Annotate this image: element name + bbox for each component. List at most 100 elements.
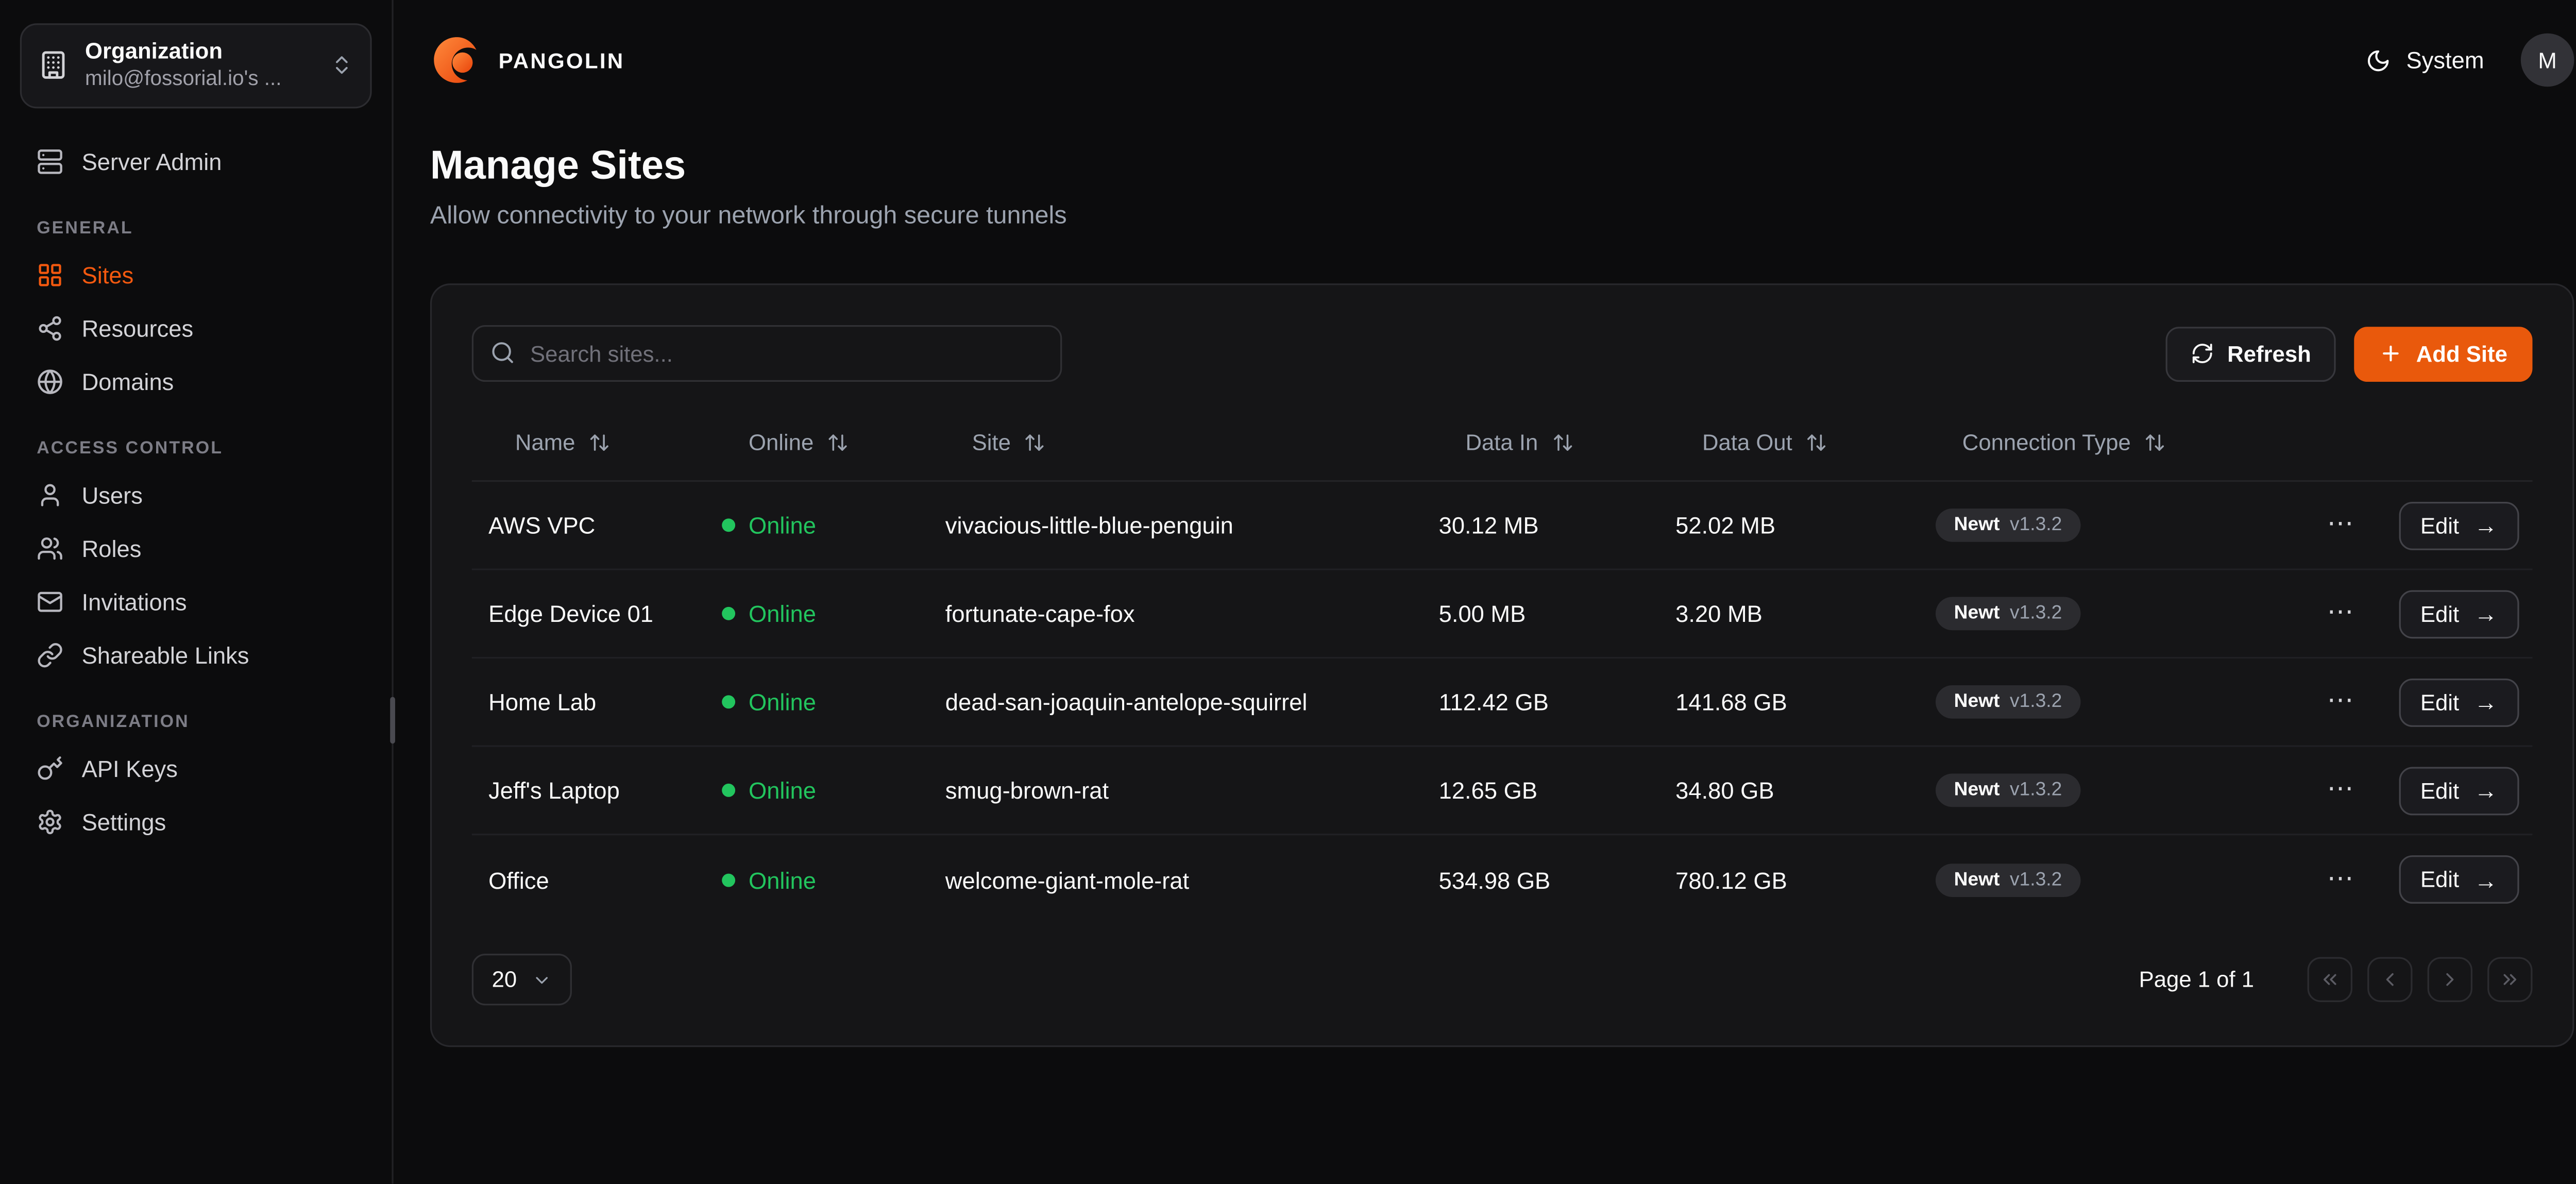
cell-site: dead-san-joaquin-antelope-squirrel	[928, 688, 1422, 715]
sidebar: Organization milo@fossorial.io's ... Ser…	[0, 0, 394, 1184]
chevrons-left-icon	[2319, 969, 2341, 990]
cell-data-out: 141.68 GB	[1659, 688, 1919, 715]
page-size-select[interactable]: 20	[472, 954, 572, 1005]
sidebar-item-label: Roles	[82, 534, 142, 561]
cell-data-in: 30.12 MB	[1422, 512, 1659, 538]
page-title: Manage Sites	[430, 143, 2574, 190]
arrow-right-icon: →	[2474, 514, 2497, 537]
sidebar-item-users[interactable]: Users	[20, 468, 372, 521]
users-icon	[37, 534, 63, 561]
column-header-site[interactable]: Site	[928, 430, 1422, 455]
cell-name: Home Lab	[472, 688, 705, 715]
edit-button[interactable]: Edit→	[2399, 501, 2519, 549]
online-dot-icon	[722, 784, 735, 797]
cell-site: vivacious-little-blue-penguin	[928, 512, 1422, 538]
edit-button[interactable]: Edit→	[2399, 855, 2519, 904]
sidebar-item-roles[interactable]: Roles	[20, 521, 372, 574]
cell-name: Jeff's Laptop	[472, 777, 705, 804]
cell-data-in: 5.00 MB	[1422, 600, 1659, 627]
chevrons-up-down-icon	[330, 54, 353, 77]
sidebar-item-label: Sites	[82, 261, 134, 287]
sidebar-item-label: Server Admin	[82, 147, 222, 174]
table-row: Office Online welcome-giant-mole-rat 534…	[472, 835, 2533, 924]
sidebar-item-invitations[interactable]: Invitations	[20, 574, 372, 628]
org-label: Organization	[85, 38, 313, 66]
sidebar-item-settings[interactable]: Settings	[20, 794, 372, 848]
sites-card: Refresh Add Site Name	[430, 283, 2574, 1047]
key-icon	[37, 754, 63, 781]
previous-page-button[interactable]	[2367, 957, 2412, 1002]
cell-data-in: 534.98 GB	[1422, 866, 1659, 893]
add-site-button[interactable]: Add Site	[2354, 326, 2532, 381]
column-header-connection-type[interactable]: Connection Type	[1919, 430, 2302, 455]
online-dot-icon	[722, 607, 735, 620]
row-menu-button[interactable]: ⋯	[2320, 685, 2362, 719]
search-input[interactable]	[472, 325, 1062, 382]
cell-data-in: 12.65 GB	[1422, 777, 1659, 804]
first-page-button[interactable]	[2308, 957, 2352, 1002]
refresh-icon	[2191, 342, 2214, 365]
column-header-data-in[interactable]: Data In	[1422, 430, 1659, 455]
sidebar-item-label: API Keys	[82, 754, 178, 781]
table-row: Jeff's Laptop Online smug-brown-rat 12.6…	[472, 747, 2533, 836]
row-menu-button[interactable]: ⋯	[2320, 774, 2362, 807]
gear-icon	[37, 808, 63, 835]
cell-name: Edge Device 01	[472, 600, 705, 627]
table-row: AWS VPC Online vivacious-little-blue-pen…	[472, 482, 2533, 570]
table-row: Home Lab Online dead-san-joaquin-antelop…	[472, 658, 2533, 747]
search-icon	[490, 340, 515, 365]
chevrons-right-icon	[2499, 969, 2521, 990]
sidebar-item-label: Shareable Links	[82, 641, 249, 668]
arrow-right-icon: →	[2474, 868, 2497, 891]
column-header-data-out[interactable]: Data Out	[1659, 430, 1919, 455]
theme-toggle[interactable]: System	[2366, 47, 2484, 74]
sidebar-item-label: Settings	[82, 808, 166, 835]
pangolin-logo-icon	[430, 33, 484, 87]
edit-button[interactable]: Edit→	[2399, 766, 2519, 815]
online-dot-icon	[722, 518, 735, 532]
connection-type-badge: Newtv1.3.2	[1936, 863, 2080, 897]
chevron-down-icon	[532, 970, 552, 990]
user-icon	[37, 481, 63, 508]
sidebar-section-general: GENERAL	[20, 217, 372, 238]
cell-data-out: 780.12 GB	[1659, 866, 1919, 893]
row-menu-button[interactable]: ⋯	[2320, 863, 2362, 897]
column-header-name[interactable]: Name	[472, 430, 705, 455]
refresh-label: Refresh	[2227, 341, 2311, 366]
row-menu-button[interactable]: ⋯	[2320, 509, 2362, 542]
sidebar-item-api-keys[interactable]: API Keys	[20, 741, 372, 794]
cell-name: AWS VPC	[472, 512, 705, 538]
row-menu-button[interactable]: ⋯	[2320, 597, 2362, 630]
cell-name: Office	[472, 866, 705, 893]
last-page-button[interactable]	[2487, 957, 2532, 1002]
theme-label: System	[2406, 47, 2484, 74]
sidebar-item-server-admin[interactable]: Server Admin	[20, 134, 372, 188]
cell-site: welcome-giant-mole-rat	[928, 866, 1422, 893]
topbar: PANGOLIN System M	[430, 0, 2574, 120]
page-info: Page 1 of 1	[2139, 967, 2254, 992]
edit-button[interactable]: Edit→	[2399, 589, 2519, 638]
column-header-online[interactable]: Online	[705, 430, 929, 455]
refresh-button[interactable]: Refresh	[2165, 326, 2336, 381]
sort-icon	[827, 432, 849, 453]
brand-logo[interactable]: PANGOLIN	[430, 33, 624, 87]
edit-button[interactable]: Edit→	[2399, 678, 2519, 726]
cell-site: smug-brown-rat	[928, 777, 1422, 804]
sidebar-item-shareable-links[interactable]: Shareable Links	[20, 628, 372, 681]
sidebar-item-sites[interactable]: Sites	[20, 248, 372, 301]
org-value: milo@fossorial.io's ...	[85, 66, 313, 93]
sidebar-item-domains[interactable]: Domains	[20, 354, 372, 408]
status-badge: Online	[722, 512, 816, 538]
sort-icon	[2144, 432, 2166, 453]
add-site-label: Add Site	[2416, 341, 2507, 366]
avatar[interactable]: M	[2521, 33, 2574, 87]
sidebar-scrollbar-thumb[interactable]	[390, 697, 395, 744]
sort-icon	[1024, 432, 1046, 453]
sidebar-item-resources[interactable]: Resources	[20, 301, 372, 354]
sort-icon	[588, 432, 610, 453]
org-switcher[interactable]: Organization milo@fossorial.io's ...	[20, 23, 372, 107]
server-icon	[37, 147, 63, 174]
next-page-button[interactable]	[2428, 957, 2472, 1002]
connection-type-badge: Newtv1.3.2	[1936, 685, 2080, 719]
brand-name: PANGOLIN	[499, 47, 625, 73]
